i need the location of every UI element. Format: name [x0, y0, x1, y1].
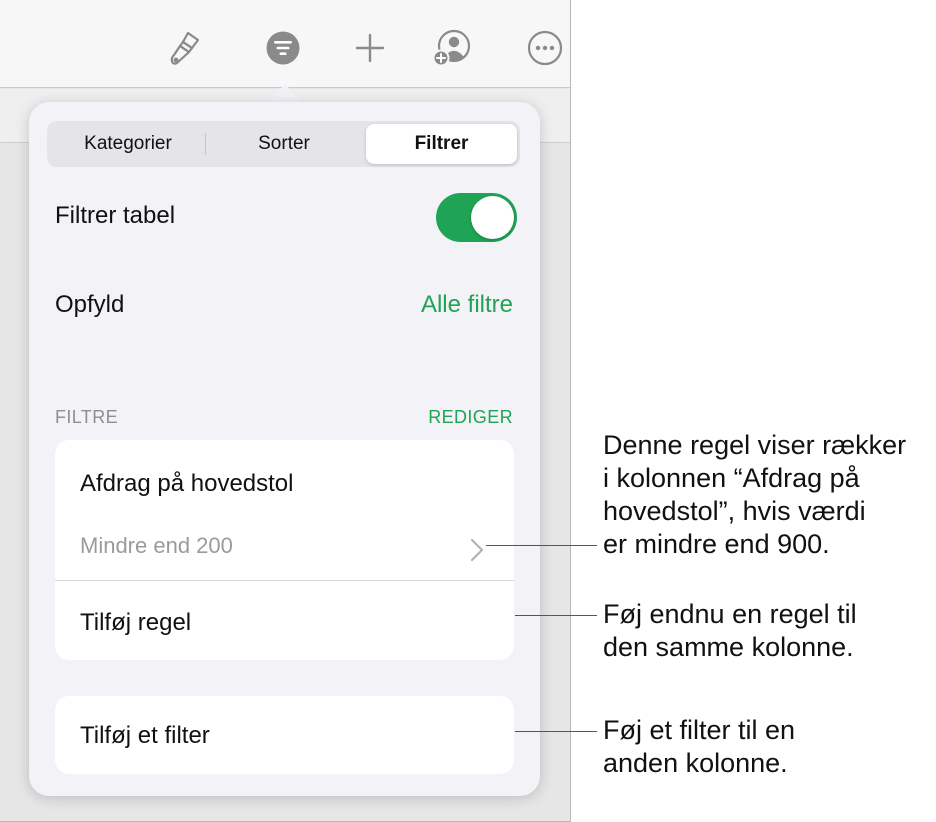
callout-add-filter: Føj et filter til en anden kolonne.: [603, 714, 795, 780]
callout-add-filter-line: anden kolonne.: [603, 748, 788, 778]
card-separator: [55, 580, 514, 581]
popover-arrow: [267, 84, 303, 103]
more-icon[interactable]: [525, 28, 565, 68]
chevron-right-icon[interactable]: [469, 538, 485, 567]
edit-filters-button[interactable]: REDIGER: [428, 407, 513, 428]
callout-rule-line: hovedstol”, hvis værdi: [603, 496, 866, 526]
match-label: Opfyld: [55, 291, 125, 318]
callout-add-rule-line: Føj endnu en regel til: [603, 599, 857, 629]
add-person-icon[interactable]: [432, 28, 472, 68]
filter-table-toggle[interactable]: [436, 193, 517, 242]
toggle-knob: [471, 196, 514, 239]
callout-rule: Denne regel viser rækker i kolonnen “Afd…: [603, 429, 906, 561]
tab-filter[interactable]: Filtrer: [366, 124, 517, 164]
match-value-button[interactable]: Alle filtre: [421, 291, 513, 319]
add-rule-button[interactable]: Tilføj regel: [80, 609, 191, 637]
callout-rule-line: er mindre end 900.: [603, 529, 830, 559]
filter-popover: Kategorier Sorter Filtrer Filtrer tabel …: [29, 102, 540, 796]
callout-add-rule: Føj endnu en regel til den samme kolonne…: [603, 598, 857, 664]
filter-table-label: Filtrer tabel: [55, 202, 176, 229]
callout-add-filter-line: Føj et filter til en: [603, 715, 796, 745]
callout-line-add-rule: [515, 615, 597, 616]
callout-rule-line: i kolonnen “Afdrag på: [603, 463, 860, 493]
callout-rule-line: Denne regel viser rækker: [603, 430, 907, 460]
callout-add-rule-line: den samme kolonne.: [603, 632, 854, 662]
callout-line-rule: [486, 545, 597, 546]
tab-sort[interactable]: Sorter: [209, 124, 359, 164]
toolbar: [0, 0, 570, 88]
filter-card: Afdrag på hovedstol Mindre end 200 Tilfø…: [55, 440, 514, 660]
plus-icon[interactable]: [350, 28, 390, 68]
callout-line-add-filter: [515, 731, 597, 732]
filter-rule[interactable]: Mindre end 200: [80, 533, 233, 559]
add-filter-card[interactable]: Tilføj et filter: [55, 696, 514, 774]
filter-icon[interactable]: [263, 28, 303, 68]
filters-section-header: FILTRE: [55, 407, 119, 427]
segmented-control: Kategorier Sorter Filtrer: [47, 121, 520, 167]
add-filter-button[interactable]: Tilføj et filter: [80, 722, 210, 750]
paintbrush-icon[interactable]: [165, 28, 205, 68]
filter-column-name: Afdrag på hovedstol: [80, 470, 294, 497]
tab-categories[interactable]: Kategorier: [53, 124, 203, 164]
segment-divider: [205, 133, 206, 155]
